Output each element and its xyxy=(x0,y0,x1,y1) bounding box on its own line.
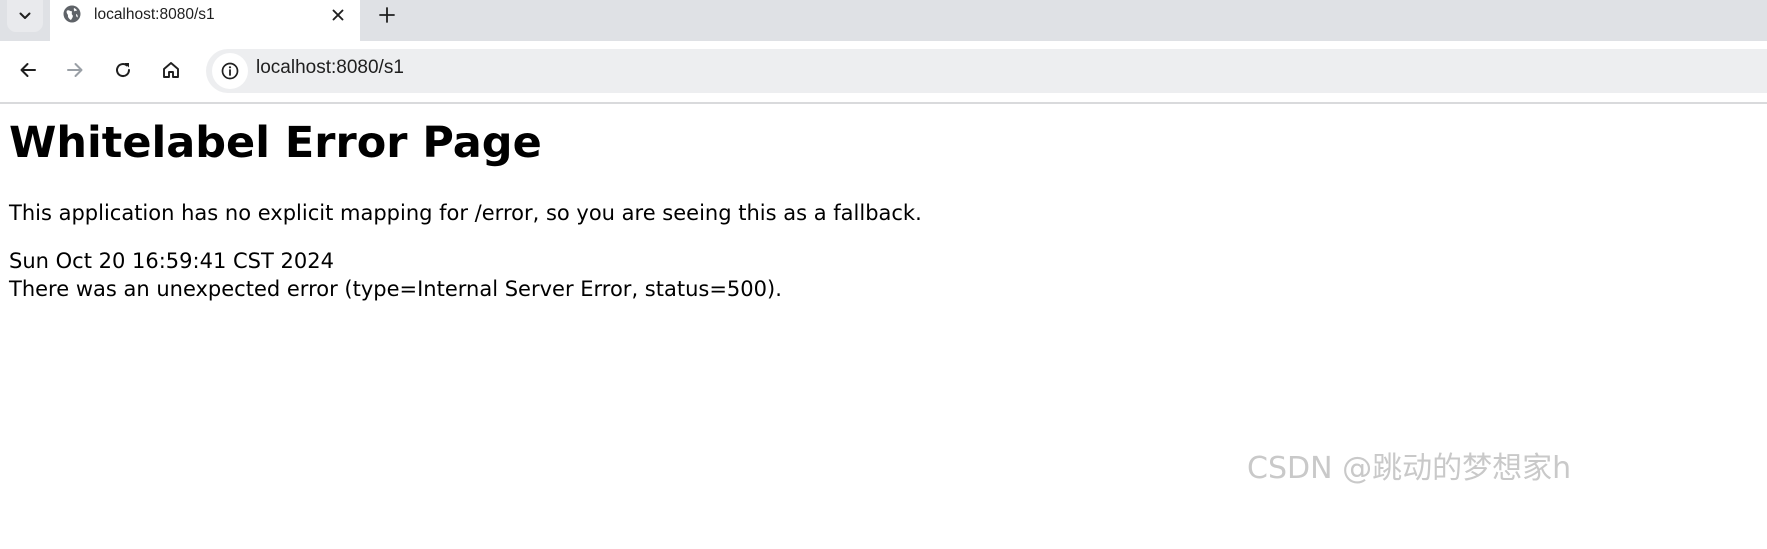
arrow-right-icon xyxy=(67,63,83,77)
plus-icon xyxy=(379,7,395,23)
tab-strip: localhost:8080/s1 xyxy=(0,0,1767,41)
tab-close-button[interactable] xyxy=(328,5,348,25)
fallback-message: This application has no explicit mapping… xyxy=(9,201,922,225)
home-button[interactable] xyxy=(156,55,186,85)
reload-icon xyxy=(116,63,131,78)
reload-button[interactable] xyxy=(108,55,138,85)
error-timestamp: Sun Oct 20 16:59:41 CST 2024 xyxy=(9,249,334,273)
url-input[interactable] xyxy=(256,57,1656,79)
tab-title: localhost:8080/s1 xyxy=(94,6,215,23)
tab-active[interactable]: localhost:8080/s1 xyxy=(50,0,360,41)
close-icon xyxy=(332,9,344,21)
page-title: Whitelabel Error Page xyxy=(9,118,542,168)
info-icon xyxy=(221,62,239,80)
forward-button[interactable] xyxy=(60,55,90,85)
address-bar[interactable] xyxy=(206,49,1767,93)
error-detail: There was an unexpected error (type=Inte… xyxy=(9,277,782,301)
arrow-left-icon xyxy=(20,63,36,77)
tab-search-button[interactable] xyxy=(7,0,43,32)
browser-toolbar xyxy=(0,41,1767,104)
home-icon xyxy=(163,62,179,78)
new-tab-button[interactable] xyxy=(374,3,400,27)
globe-icon xyxy=(63,5,81,23)
watermark: CSDN @跳动的梦想家h xyxy=(1247,451,1572,486)
chevron-down-icon xyxy=(19,12,31,19)
site-info-button[interactable] xyxy=(212,53,248,89)
back-button[interactable] xyxy=(13,55,43,85)
